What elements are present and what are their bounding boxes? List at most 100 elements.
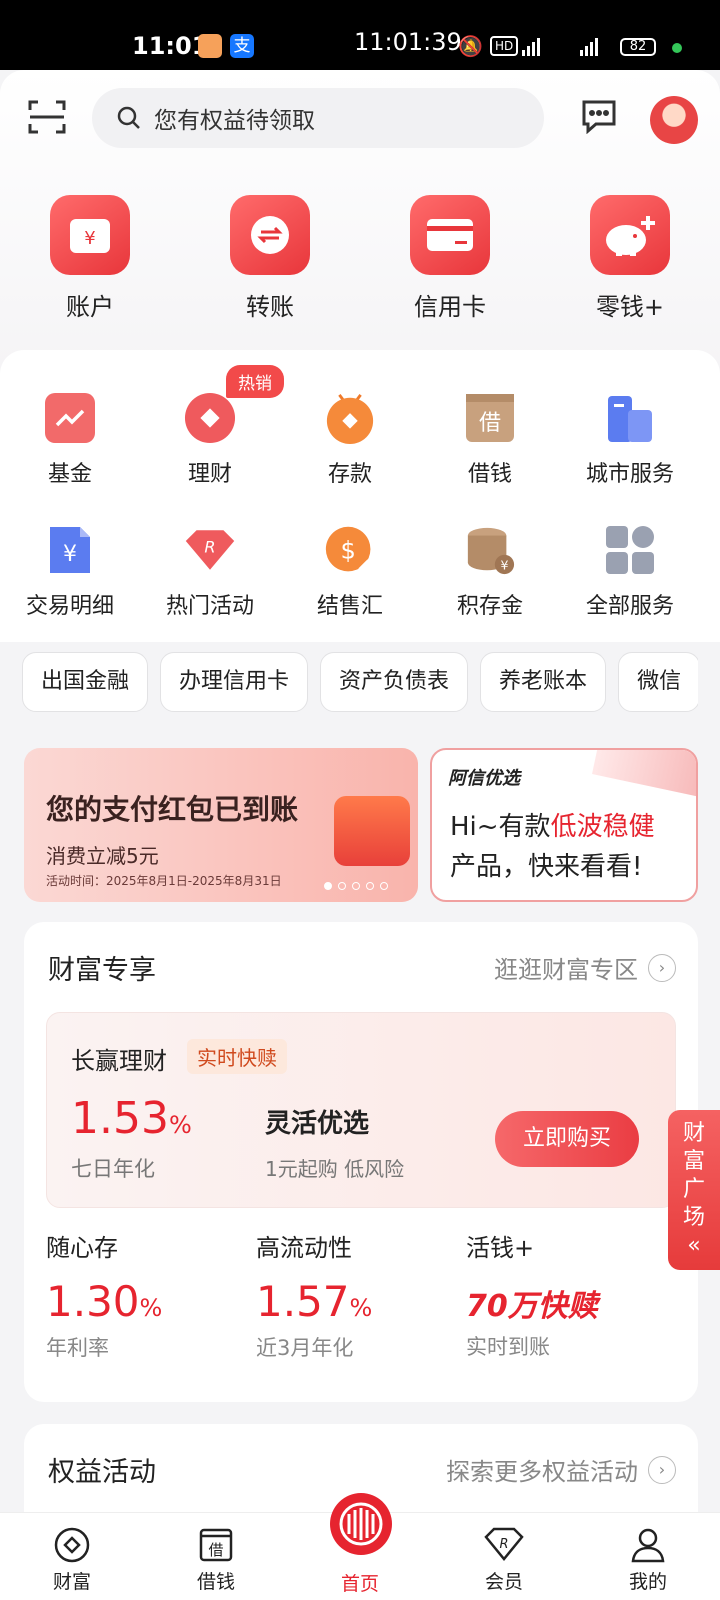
double-chevron-left-icon: « <box>687 1233 701 1258</box>
service-hot-activity[interactable]: R 热门活动 <box>140 524 280 620</box>
banner-brand: 阿信优选 <box>448 768 520 789</box>
product-value: 1.30% <box>46 1277 163 1326</box>
nav-borrow[interactable]: 借 借钱 <box>144 1513 288 1600</box>
deposit-icon <box>324 392 376 444</box>
chip-apply-credit-card[interactable]: 办理信用卡 <box>160 652 309 712</box>
action-account[interactable]: ¥ 账户 <box>0 195 180 322</box>
chip-balance-sheet[interactable]: 资产负债表 <box>320 652 469 712</box>
chevron-right-icon: › <box>648 953 676 982</box>
svg-text:R: R <box>204 538 215 557</box>
promo-banner-red-packet[interactable]: 您的支付红包已到账 消费立减5元 活动时间：2025年8月1日-2025年8月3… <box>24 748 418 902</box>
banner-line-1: Hi~有款低波稳健 <box>450 812 655 842</box>
action-label: 转账 <box>246 293 294 321</box>
chip-overseas-finance[interactable]: 出国金融 <box>22 652 149 712</box>
chip-pension-ledger[interactable]: 养老账本 <box>480 652 607 712</box>
profile-icon <box>628 1525 668 1565</box>
battery-icon: 82 <box>620 38 656 56</box>
wealth-plaza-tab[interactable]: 财富广场 « <box>668 1110 720 1270</box>
svg-text:借: 借 <box>208 1541 223 1559</box>
service-all[interactable]: 全部服务 <box>560 524 700 620</box>
buy-now-button[interactable]: 立即购买 <box>495 1111 639 1167</box>
account-wallet-icon: ¥ <box>50 195 130 275</box>
product-high-liquidity[interactable]: 高流动性 1.57% 近3月年化 <box>256 1228 466 1362</box>
gold-coins-icon: ¥ <box>464 524 516 576</box>
action-credit-card[interactable]: 信用卡 <box>360 195 540 322</box>
forex-icon: $ <box>324 524 376 576</box>
rights-title: 权益活动 <box>48 1457 156 1488</box>
fund-chart-icon <box>44 392 96 444</box>
carousel-dots <box>324 882 388 890</box>
service-wealth[interactable]: 理财 <box>140 392 280 488</box>
hot-sale-badge: 热销 <box>226 365 284 398</box>
notification-app-icon <box>198 34 222 58</box>
action-label: 账户 <box>66 293 114 321</box>
service-gold[interactable]: ¥ 积存金 <box>420 524 560 620</box>
svg-text:R: R <box>499 1537 508 1552</box>
featured-tag: 实时快赎 <box>187 1039 287 1074</box>
product-sub: 近3月年化 <box>256 1336 354 1360</box>
scan-icon[interactable] <box>28 98 66 136</box>
transaction-detail-icon: ¥ <box>44 524 96 576</box>
status-clock: 11:01:39 <box>354 28 462 56</box>
chip-wechat[interactable]: 微信 <box>618 652 698 712</box>
signal-icon <box>522 38 540 56</box>
borrow-nav-icon: 借 <box>196 1525 236 1565</box>
nav-label: 会员 <box>484 1571 523 1593</box>
nav-label: 首页 <box>340 1573 379 1595</box>
nav-label: 借钱 <box>196 1571 235 1593</box>
action-label: 信用卡 <box>414 293 486 321</box>
product-huoqian-plus[interactable]: 活钱+ 70万快赎 实时到账 <box>466 1228 676 1362</box>
service-deposit[interactable]: 存款 <box>280 392 420 488</box>
service-label: 城市服务 <box>585 462 674 487</box>
city-service-icon <box>604 392 656 444</box>
finance-diamond-icon <box>184 392 236 444</box>
search-bar[interactable]: 您有权益待领取 <box>92 88 544 148</box>
product-sub: 实时到账 <box>466 1335 550 1359</box>
featured-product-desc: 1元起购 低风险 <box>265 1157 405 1181</box>
promo-banner-axin[interactable]: 阿信优选 Hi~有款低波稳健 产品，快来看看! <box>430 748 698 902</box>
nav-wealth[interactable]: 财富 <box>0 1513 144 1600</box>
product-suixincun[interactable]: 随心存 1.30% 年利率 <box>46 1228 256 1362</box>
charging-dot-icon <box>672 43 682 53</box>
piggy-bank-icon <box>590 195 670 275</box>
banner-subtitle: 消费立减5元 <box>46 844 159 868</box>
chevron-right-icon: › <box>648 1455 676 1484</box>
signal-icon-2 <box>580 38 598 56</box>
service-forex[interactable]: $ 结售汇 <box>280 524 420 620</box>
rights-more-link[interactable]: 探索更多权益活动 › <box>446 1452 676 1487</box>
action-transfer[interactable]: 转账 <box>180 195 360 322</box>
alipay-notification-icon: 支 <box>230 34 254 58</box>
svg-text:¥: ¥ <box>63 542 77 567</box>
nav-profile[interactable]: 我的 <box>576 1513 720 1600</box>
red-packet-icon <box>334 796 410 866</box>
service-label: 交易明细 <box>25 594 114 619</box>
mascot-avatar[interactable] <box>650 96 698 144</box>
product-name: 活钱+ <box>466 1234 535 1262</box>
wealth-more-link[interactable]: 逛逛财富专区 › <box>494 950 676 985</box>
service-label: 热门活动 <box>165 594 254 619</box>
product-sub: 年利率 <box>46 1336 109 1360</box>
service-label: 存款 <box>327 462 372 487</box>
service-city[interactable]: 城市服务 <box>560 392 700 488</box>
nav-member[interactable]: R 会员 <box>432 1513 576 1600</box>
banner-title: 您的支付红包已到账 <box>46 793 299 826</box>
featured-rate: 1.53% <box>71 1093 192 1144</box>
featured-rate-label: 七日年化 <box>71 1157 155 1181</box>
search-icon <box>117 106 140 129</box>
banner-period: 活动时间：2025年8月1日-2025年8月31日 <box>46 874 282 888</box>
featured-product[interactable]: 长赢理财 实时快赎 1.53% 七日年化 灵活优选 1元起购 低风险 立即购买 <box>46 1012 676 1208</box>
service-borrow[interactable]: 借 借钱 <box>420 392 560 488</box>
member-icon: R <box>484 1525 524 1565</box>
services-row-2: ¥ 交易明细 R 热门活动 $ 结售汇 ¥ 积存金 全部服务 <box>0 524 720 620</box>
message-icon[interactable] <box>580 98 618 134</box>
wealth-card: 财富专享 逛逛财富专区 › 长赢理财 实时快赎 1.53% 七日年化 灵活优选 1… <box>24 922 698 1402</box>
action-change-plus[interactable]: 零钱+ <box>540 195 720 322</box>
service-label: 结售汇 <box>316 594 383 619</box>
service-transactions[interactable]: ¥ 交易明细 <box>0 524 140 620</box>
banner-line-2: 产品，快来看看! <box>450 852 643 882</box>
borrow-icon: 借 <box>464 392 516 444</box>
service-label: 借钱 <box>467 462 512 487</box>
service-fund[interactable]: 基金 <box>0 392 140 488</box>
nav-home[interactable]: 首页 <box>288 1493 432 1600</box>
borrow-glyph: 借 <box>479 411 501 436</box>
